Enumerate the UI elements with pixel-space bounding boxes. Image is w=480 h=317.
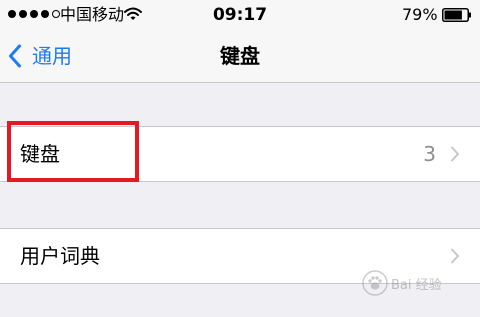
battery-percentage: 79% — [402, 5, 438, 24]
settings-group: 键盘 3 — [0, 126, 480, 182]
battery-icon — [442, 8, 471, 22]
keyboards-count: 3 — [423, 142, 436, 166]
keyboards-row[interactable]: 键盘 3 — [0, 127, 480, 181]
page-title: 键盘 — [220, 44, 260, 68]
watermark: Bai 经验 — [362, 270, 442, 296]
user-dictionary-row-label: 用户词典 — [20, 244, 100, 268]
chevron-right-icon — [451, 248, 459, 264]
paw-logo-icon — [362, 270, 388, 296]
navigation-bar: 通用 键盘 — [0, 30, 480, 83]
watermark-text: Bai 经验 — [391, 277, 442, 293]
chevron-right-icon — [451, 146, 459, 162]
status-bar: 中国移动 09:17 79% — [0, 0, 480, 30]
keyboards-row-label: 键盘 — [20, 142, 60, 166]
